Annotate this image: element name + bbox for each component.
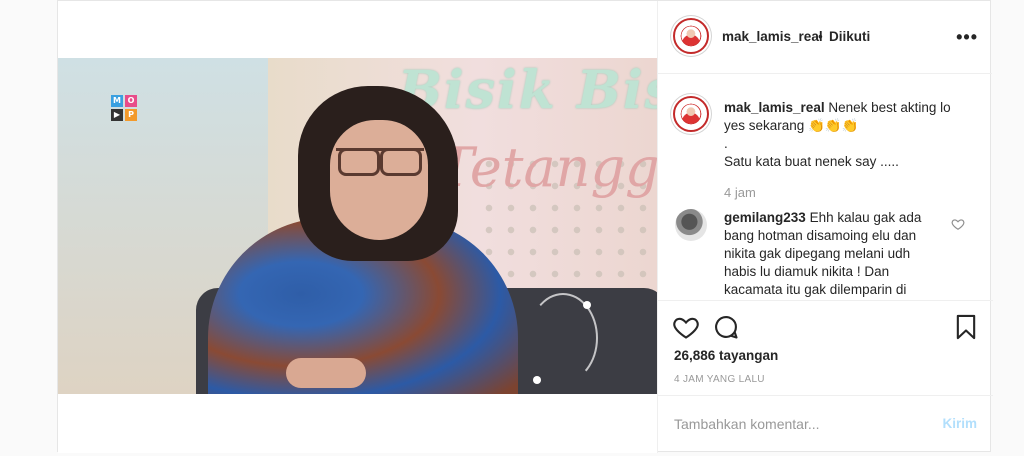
author-avatar[interactable] [673, 18, 709, 54]
person-face [330, 120, 428, 240]
video-player[interactable]: Bisik Bis Tetangga M O ▶ P [58, 58, 657, 394]
avatar-image [681, 104, 701, 124]
view-count[interactable]: 26,886 tayangan [674, 348, 778, 363]
post-sidebar: mak_lamis_real • Diikuti ••• mak_lamis_r… [657, 1, 993, 453]
caption-avatar[interactable] [673, 96, 709, 132]
heart-icon[interactable] [672, 313, 700, 341]
channel-logo: M O ▶ P [111, 95, 141, 125]
author-username[interactable]: mak_lamis_real [722, 29, 823, 44]
watermark-dot [533, 376, 541, 384]
comment-item: gemilang233 Ehh kalau gak ada bang hotma… [724, 209, 939, 299]
post-comment-button[interactable]: Kirim [942, 416, 977, 431]
logo-letter-1: M [111, 95, 123, 107]
header-separator: • [818, 29, 823, 44]
logo-letter-3: ▶ [111, 109, 123, 121]
caption-line-3: . [724, 136, 728, 151]
caption-line-4: Satu kata buat nenek say ..... [724, 154, 899, 169]
follow-status-button[interactable]: Diikuti [829, 29, 870, 44]
instagram-post-card: Bisik Bis Tetangga M O ▶ P mak_lamis_rea… [57, 0, 993, 453]
logo-letter-2: O [125, 95, 137, 107]
post-actions: 26,886 tayangan 4 JAM YANG LALU [658, 301, 993, 396]
caption-line-2: yes sekarang 👏👏👏 [724, 118, 859, 133]
comment-username[interactable]: gemilang233 [724, 210, 806, 225]
caption-username[interactable]: mak_lamis_real [724, 100, 825, 115]
more-options-icon[interactable]: ••• [956, 27, 978, 48]
caption-line-1: Nenek best akting lo [828, 100, 951, 115]
comment-like-heart-icon[interactable] [951, 217, 965, 231]
commenter-avatar[interactable] [675, 209, 707, 241]
bookmark-icon[interactable] [952, 313, 980, 341]
comment-input[interactable] [674, 414, 934, 434]
glasses [336, 148, 424, 176]
avatar-image [681, 26, 701, 46]
caption-timestamp[interactable]: 4 jam [724, 185, 756, 200]
watermark-dot [583, 301, 591, 309]
comment-bubble-icon[interactable] [712, 313, 740, 341]
post-timestamp[interactable]: 4 JAM YANG LALU [674, 374, 765, 385]
comments-section[interactable]: mak_lamis_real Nenek best akting lo yes … [658, 75, 993, 301]
person-hand [286, 358, 366, 388]
add-comment-form: Kirim [658, 396, 993, 453]
logo-letter-4: P [125, 109, 137, 121]
studio-sign-bottom: Tetangga [438, 136, 657, 199]
post-media: Bisik Bis Tetangga M O ▶ P [58, 1, 657, 453]
post-caption: mak_lamis_real Nenek best akting lo yes … [724, 99, 974, 171]
post-header: mak_lamis_real • Diikuti ••• [658, 1, 992, 74]
